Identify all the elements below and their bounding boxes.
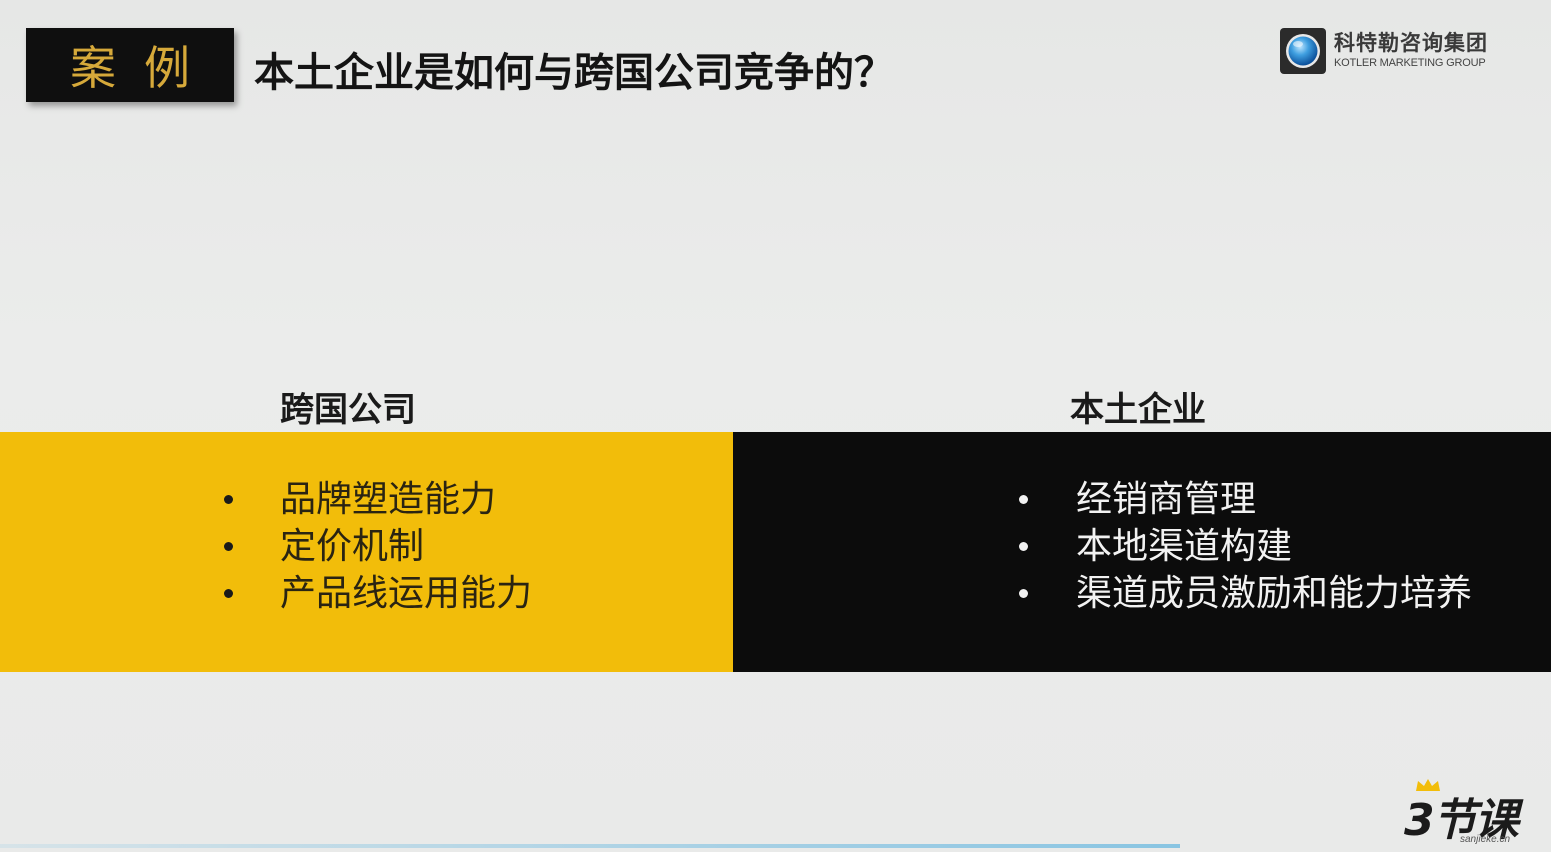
list-item-text: 产品线运用能力	[280, 573, 533, 614]
list-item: 产品线运用能力	[224, 570, 533, 617]
case-tag-label: 案例	[70, 41, 218, 95]
slide: 案例 本土企业是如何与跨国公司竞争的？ 科特勒咨询集团 KOTLER MARKE…	[0, 0, 1551, 852]
right-column-heading: 本土企业	[1070, 390, 1206, 430]
bullet-icon	[224, 542, 233, 551]
list-item-text: 定价机制	[280, 526, 425, 567]
list-item: 品牌塑造能力	[224, 476, 532, 523]
watermark-url: sanjieke.cn	[1460, 834, 1511, 845]
bullet-icon	[224, 589, 233, 598]
list-item-text: 渠道成员激励和能力培养	[1076, 573, 1473, 614]
left-bullet-list: 品牌塑造能力 定价机制 产品线运用能力	[224, 476, 533, 617]
list-item-text: 经销商管理	[1076, 479, 1257, 520]
company-logo: 科特勒咨询集团 KOTLER MARKETING GROUP	[1280, 26, 1530, 76]
list-item: 渠道成员激励和能力培养	[1019, 570, 1473, 617]
list-item-text: 品牌塑造能力	[280, 479, 497, 520]
bullet-icon	[224, 495, 233, 504]
bullet-icon	[1019, 589, 1028, 598]
list-item: 经销商管理	[1019, 476, 1472, 523]
globe-icon	[1280, 28, 1326, 74]
list-item: 定价机制	[224, 523, 532, 570]
bullet-icon	[1019, 542, 1028, 551]
logo-name-en: KOTLER MARKETING GROUP	[1334, 57, 1486, 69]
logo-name-cn: 科特勒咨询集团	[1334, 31, 1488, 55]
bullet-icon	[1019, 495, 1028, 504]
watermark-logo: 3节课 sanjieke.cn	[1400, 778, 1540, 848]
list-item-text: 本地渠道构建	[1076, 526, 1293, 567]
slide-title: 本土企业是如何与跨国公司竞争的？	[254, 50, 894, 96]
left-column-heading: 跨国公司	[280, 390, 416, 430]
right-bullet-list: 经销商管理 本地渠道构建 渠道成员激励和能力培养	[1019, 476, 1473, 617]
case-tag: 案例	[26, 28, 234, 102]
progress-line	[0, 844, 1180, 848]
logo-text: 科特勒咨询集团 KOTLER MARKETING GROUP	[1334, 33, 1488, 69]
list-item: 本地渠道构建	[1019, 523, 1472, 570]
